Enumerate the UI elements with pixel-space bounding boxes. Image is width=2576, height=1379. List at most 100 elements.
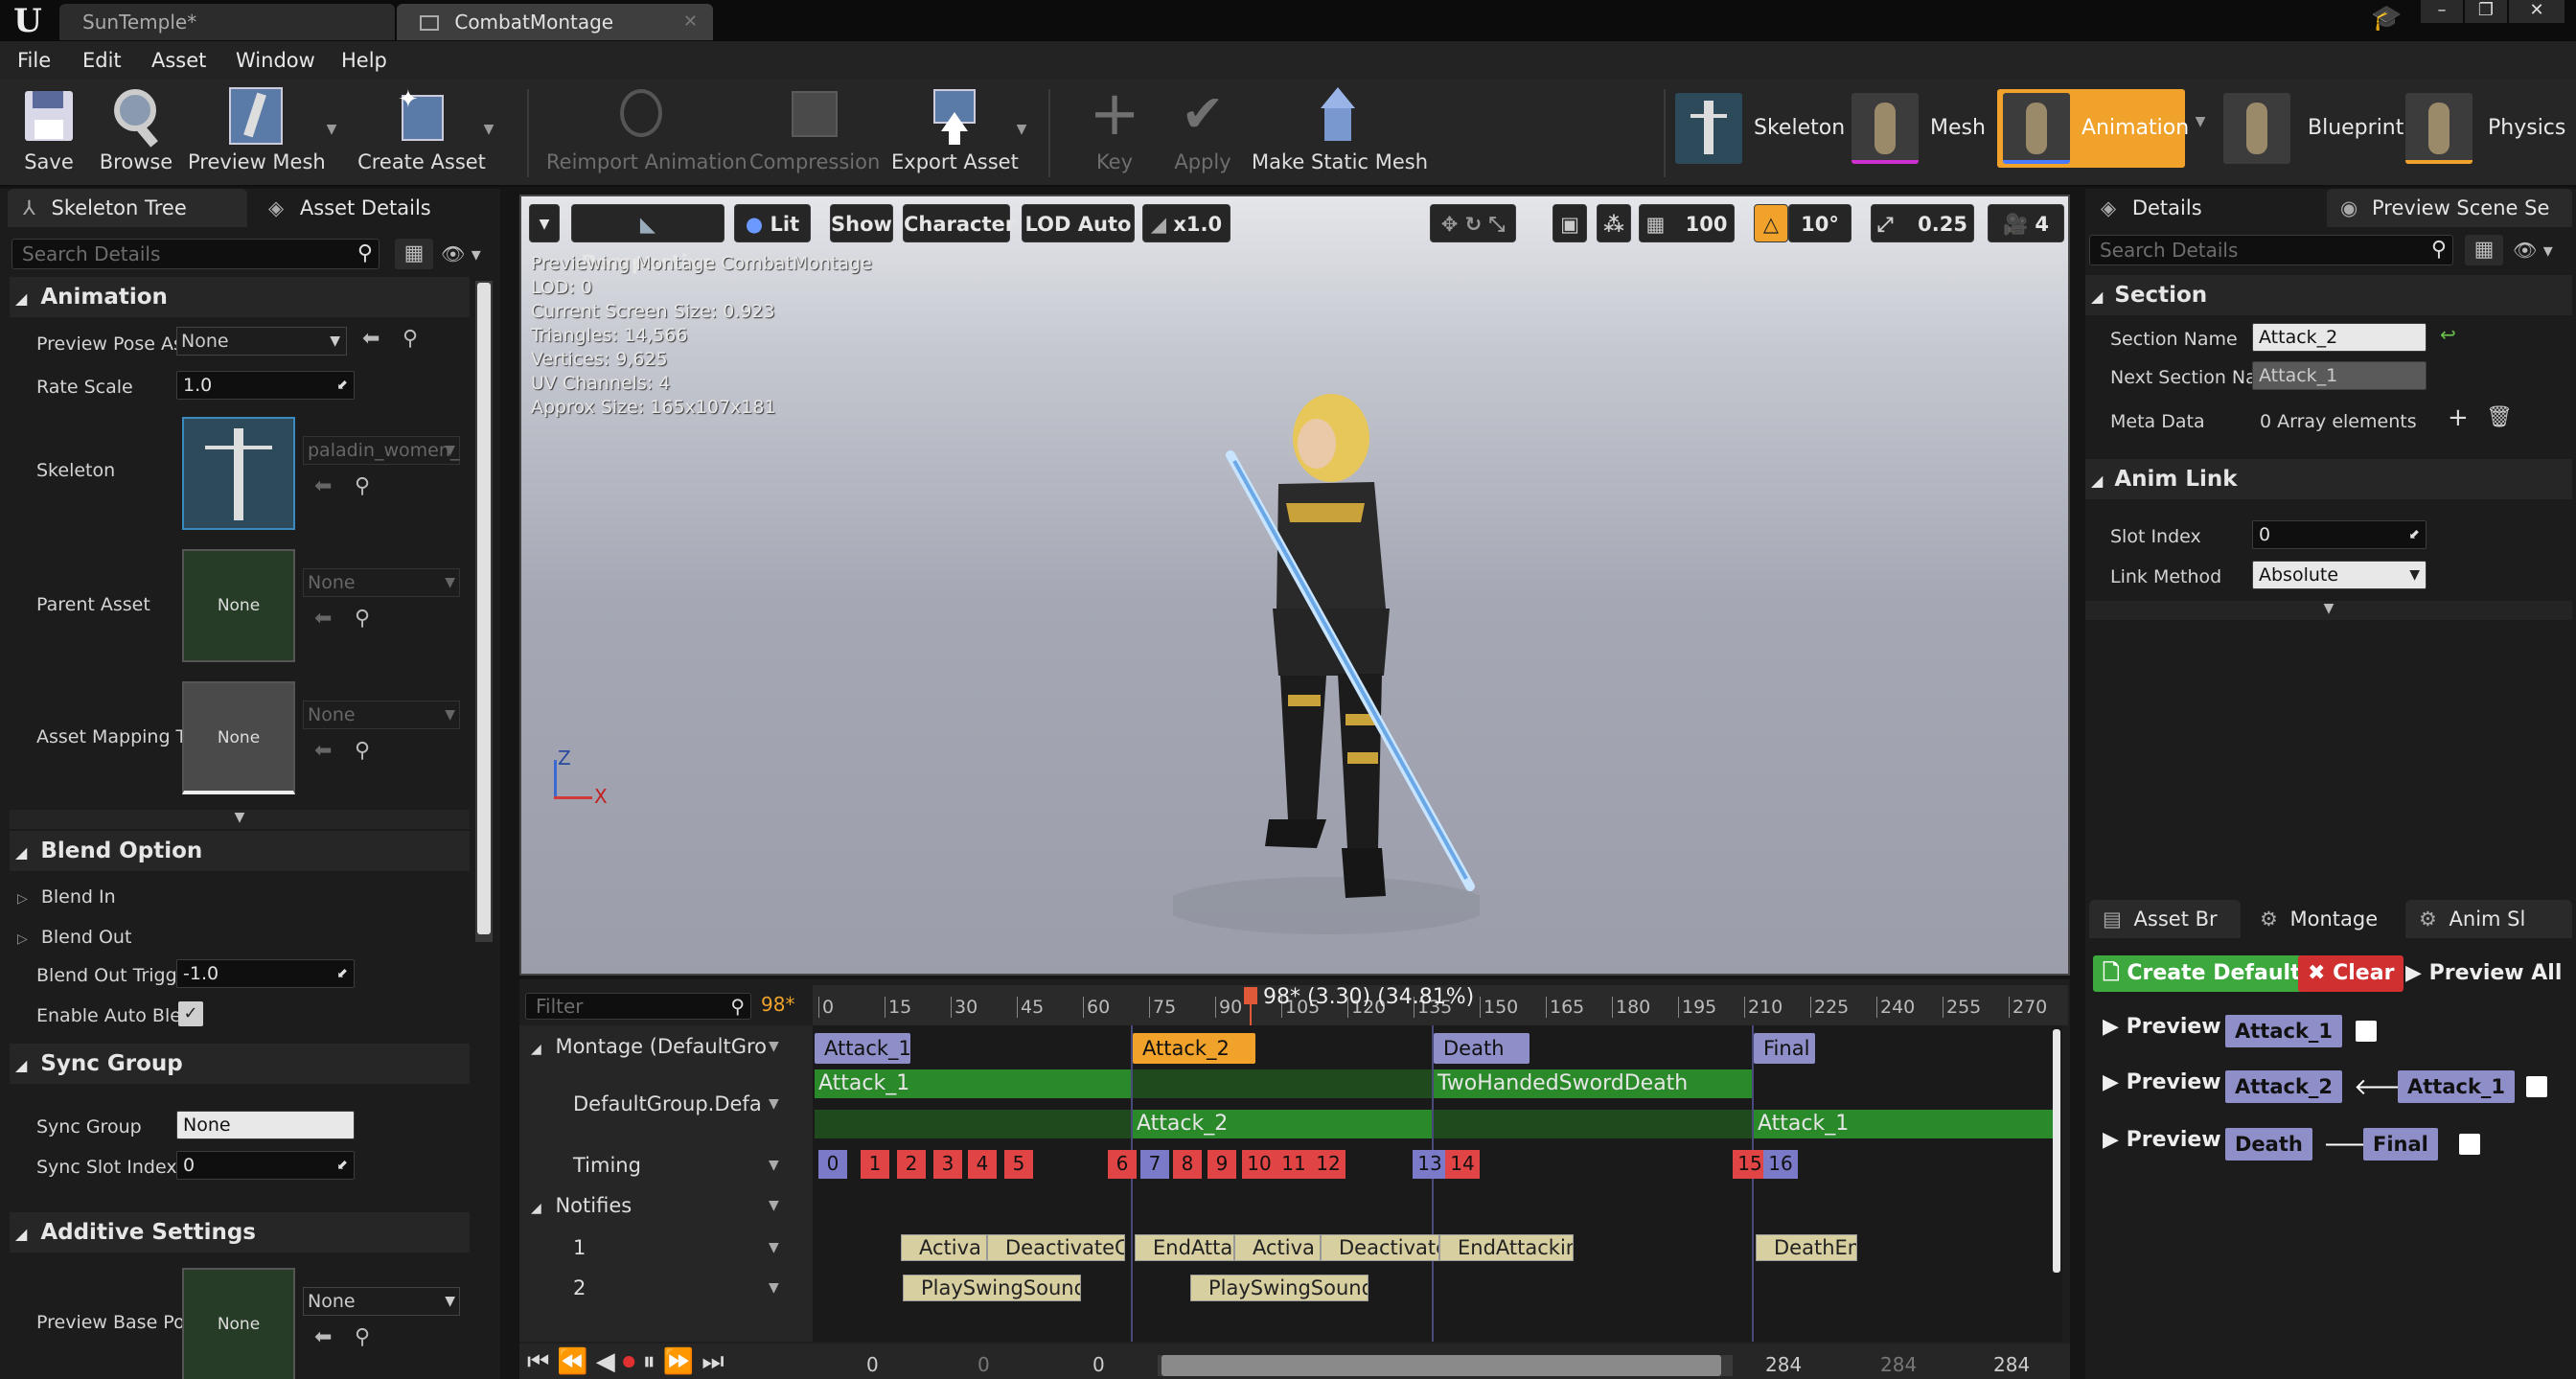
notify-activate[interactable]: Activa	[901, 1234, 987, 1261]
world-local-icon[interactable]: ▣	[1552, 204, 1587, 242]
character-button[interactable]: Character	[903, 204, 1015, 242]
row3-section-death[interactable]: Death	[2225, 1128, 2312, 1161]
compression-button[interactable]: Compression	[749, 83, 880, 183]
tab-asset-details[interactable]: ◈ Asset Details	[253, 189, 496, 227]
notify-activate[interactable]: Activa	[1234, 1234, 1321, 1261]
tab-anim-slot[interactable]: ⚙ Anim Sl	[2405, 900, 2572, 938]
export-asset-button[interactable]: Export Asset	[891, 83, 1019, 183]
preview-mesh-dropdown-icon[interactable]: ▼	[322, 122, 341, 137]
show-button[interactable]: Show	[830, 204, 893, 242]
chevron-down-icon[interactable]: ▼	[769, 1096, 779, 1112]
tab-asset-browser[interactable]: ▤ Asset Br	[2089, 900, 2241, 938]
maximize-button[interactable]: ❐	[2465, 0, 2507, 23]
row2-section-attack-1[interactable]: Attack_1	[2398, 1070, 2516, 1103]
chevron-down-icon[interactable]: ▼	[769, 1158, 779, 1173]
timing-marker[interactable]: 9	[1208, 1150, 1236, 1179]
surface-snap-icon[interactable]: ⁂	[1597, 204, 1631, 242]
view-grid-icon[interactable]: ▦	[395, 239, 433, 269]
lit-button[interactable]: ● Lit	[734, 204, 811, 242]
create-asset-button[interactable]: ✦ Create Asset	[355, 83, 489, 183]
arrow-left-icon[interactable]: ⬅	[314, 1325, 332, 1349]
tab-montage[interactable]: ⚙ Montage	[2246, 900, 2400, 938]
menu-window[interactable]: Window	[236, 41, 315, 80]
reset-default-icon[interactable]: ↩	[2440, 323, 2456, 346]
notify-death-end[interactable]: DeathEnd	[1756, 1234, 1857, 1261]
timing-marker[interactable]: 10	[1242, 1150, 1276, 1179]
key-button[interactable]: + Key	[1081, 83, 1148, 183]
link-method-select[interactable]: Absolute ▼	[2252, 561, 2426, 589]
timing-marker[interactable]: 1	[861, 1150, 889, 1179]
camera-speed-button[interactable]: 🎥 4	[1988, 204, 2064, 242]
animation-category[interactable]: ◢ Animation	[10, 277, 470, 317]
arrow-left-icon[interactable]: ⬅	[314, 607, 332, 631]
preview-pose-select[interactable]: None ▼	[176, 327, 347, 356]
mode-physics-button[interactable]: Physics	[2405, 89, 2568, 168]
apply-button[interactable]: ✔ Apply	[1169, 83, 1236, 183]
step-back-icon[interactable]: ⏪	[557, 1347, 595, 1376]
timing-marker[interactable]: 0	[818, 1150, 847, 1179]
next-section-input[interactable]: Attack_1	[2252, 361, 2426, 390]
asset-mapping-thumbnail[interactable]: None	[182, 681, 295, 794]
row3-section-final[interactable]: Final	[2363, 1128, 2438, 1161]
row2-section-attack-2[interactable]: Attack_2	[2225, 1070, 2343, 1103]
search-icon[interactable]: ⚲	[355, 474, 370, 498]
chevron-down-icon[interactable]: ▼	[769, 1039, 779, 1054]
arrow-left-icon[interactable]: ⬅	[362, 327, 380, 351]
viewport-options-dropdown[interactable]: ▼	[529, 204, 560, 242]
menu-help[interactable]: Help	[341, 41, 387, 80]
create-default-button[interactable]: 🗋 Create Default	[2093, 955, 2311, 992]
close-tab-icon[interactable]: ✕	[683, 4, 698, 40]
tab-details[interactable]: ◈ Details	[2085, 189, 2321, 227]
transform-tools[interactable]: ✥ ↻ ⤡	[1430, 204, 1516, 242]
notify-play-swing-sound[interactable]: PlaySwingSound	[903, 1275, 1081, 1301]
anim-link-category[interactable]: ◢ Anim Link	[2085, 459, 2572, 499]
tab-skeleton-tree[interactable]: ⅄ Skeleton Tree	[8, 189, 247, 227]
menu-edit[interactable]: Edit	[82, 41, 122, 80]
lod-button[interactable]: LOD Auto	[1022, 204, 1135, 242]
parent-asset-thumbnail[interactable]: None	[182, 549, 295, 662]
timing-marker[interactable]: 4	[968, 1150, 997, 1179]
section-name-input[interactable]: Attack_2	[2252, 323, 2426, 352]
minimize-button[interactable]: –	[2421, 0, 2463, 23]
track-scrollbar[interactable]	[2053, 1029, 2060, 1273]
row1-section-attack-1[interactable]: Attack_1	[2225, 1015, 2343, 1047]
right-search-input[interactable]: Search Details ⚲	[2089, 235, 2453, 265]
section-attack-1[interactable]: Attack_1	[815, 1033, 911, 1064]
additive-settings-category[interactable]: ◢ Additive Settings	[10, 1212, 470, 1253]
rotation-snap-value[interactable]: 10°	[1788, 204, 1852, 242]
add-element-icon[interactable]: +	[2448, 403, 2469, 432]
section-death[interactable]: Death 🡒	[1434, 1033, 1530, 1091]
rotation-snap-icon[interactable]: △	[1754, 204, 1788, 242]
blend-option-category[interactable]: ◢ Blend Option	[10, 831, 470, 871]
parent-asset-select[interactable]: None ▼	[303, 568, 460, 597]
search-icon[interactable]: ⚲	[402, 327, 418, 351]
search-icon[interactable]: ⚲	[355, 1325, 370, 1349]
mode-skeleton-button[interactable]: Skeleton	[1675, 89, 1845, 168]
timing-marker[interactable]: 8	[1173, 1150, 1202, 1179]
view-grid-icon[interactable]: ▦	[2465, 235, 2503, 265]
timing-marker[interactable]: 6	[1108, 1150, 1137, 1179]
timing-marker[interactable]: 13	[1413, 1150, 1447, 1179]
close-window-button[interactable]: ✕	[2509, 0, 2564, 23]
playback-speed-button[interactable]: ◢ x1.0	[1142, 204, 1230, 242]
reimport-animation-button[interactable]: Reimport Animation	[546, 83, 748, 183]
preview-row-3-button[interactable]: ▶ Preview	[2103, 1128, 2221, 1152]
notify-end-attacking[interactable]: EndAttacking	[1439, 1234, 1574, 1261]
eye-visibility-icon[interactable]: 👁 ▾	[441, 239, 494, 269]
timing-marker[interactable]: 11	[1276, 1150, 1311, 1179]
slot-segment-attack-1[interactable]: Attack_1	[815, 1069, 1131, 1098]
slot-segment-death[interactable]: TwoHandedSwordDeath	[1434, 1069, 1752, 1098]
timing-marker[interactable]: 7	[1140, 1150, 1169, 1179]
search-icon[interactable]: ⚲	[355, 739, 370, 763]
row2-loop-checkbox[interactable]	[2526, 1076, 2547, 1097]
chevron-down-icon[interactable]: ▼	[769, 1240, 779, 1255]
timing-marker[interactable]: 16	[1763, 1150, 1798, 1179]
notify-end-attack[interactable]: EndAtta	[1135, 1234, 1234, 1261]
rate-scale-input[interactable]: 1.0 ⬋	[176, 371, 355, 400]
base-pose-thumbnail[interactable]: None	[182, 1268, 295, 1379]
record-icon[interactable]: ⏺	[623, 1347, 643, 1376]
mode-mesh-button[interactable]: Mesh	[1852, 89, 1995, 168]
skeleton-thumbnail[interactable]	[182, 417, 295, 530]
mode-animation-button[interactable]: Animation	[1997, 89, 2189, 168]
export-dropdown-icon[interactable]: ▼	[1012, 122, 1031, 137]
